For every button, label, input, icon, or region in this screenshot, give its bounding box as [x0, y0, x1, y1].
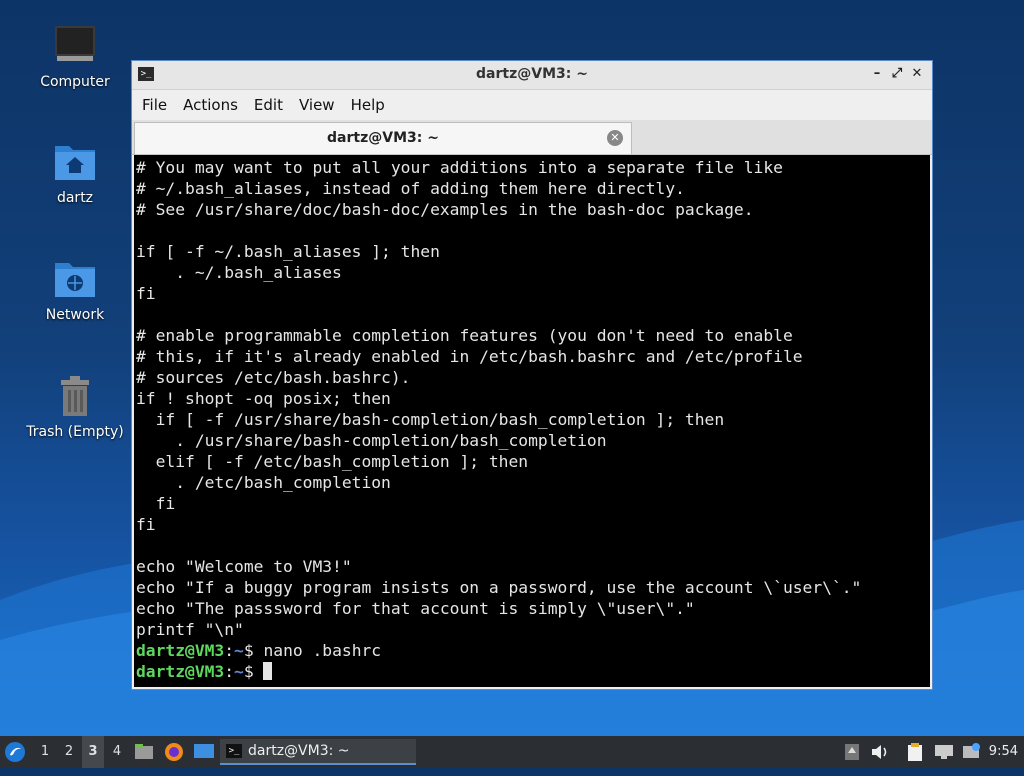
desktop-icon-label: Trash (Empty) [26, 424, 124, 440]
terminal-line: # sources /etc/bash.bashrc). [136, 368, 411, 387]
terminal-line: echo "If a buggy program insists on a pa… [136, 578, 862, 597]
network-folder-icon [51, 255, 99, 303]
desktop-icon-trash[interactable]: Trash (Empty) [20, 372, 130, 440]
desktop-launcher-icon[interactable] [193, 736, 215, 768]
update-tray-icon[interactable] [844, 736, 860, 768]
file-manager-launcher-icon[interactable] [134, 736, 154, 768]
menu-file[interactable]: File [134, 96, 175, 114]
terminal-line: # ~/.bash_aliases, instead of adding the… [136, 179, 685, 198]
menu-help[interactable]: Help [343, 96, 393, 114]
desktop-icon-home[interactable]: dartz [20, 138, 130, 206]
terminal-window: >_ dartz@VM3: ~ – ⤢ ✕ File Actions Edit … [131, 60, 933, 690]
terminal-current-prompt: dartz@VM3:~$ [136, 661, 930, 682]
clipboard-icon[interactable] [906, 736, 924, 768]
tab-bar: dartz@VM3: ~ ✕ [132, 120, 932, 155]
terminal-line: # See /usr/share/doc/bash-doc/examples i… [136, 200, 754, 219]
prompt-user: dartz@VM3 [136, 641, 225, 660]
terminal-task-icon: >_ [226, 744, 242, 758]
terminal-line: # You may want to put all your additions… [136, 158, 783, 177]
terminal-line: # this, if it's already enabled in /etc/… [136, 347, 803, 366]
start-menu-icon[interactable] [4, 736, 28, 768]
desktop-icon-label: Computer [40, 74, 110, 90]
terminal-line: echo "Welcome to VM3!" [136, 557, 352, 576]
trash-icon [51, 372, 99, 420]
terminal-line: fi [136, 515, 156, 534]
terminal-tab[interactable]: dartz@VM3: ~ ✕ [134, 122, 632, 154]
window-title: dartz@VM3: ~ [476, 66, 588, 82]
workspace-2[interactable]: 2 [58, 736, 80, 768]
prompt-separator: : [224, 662, 235, 681]
terminal-line: fi [136, 494, 176, 513]
terminal-text: # You may want to put all your additions… [134, 155, 930, 682]
close-button[interactable]: ✕ [908, 65, 926, 83]
home-folder-icon [51, 138, 99, 186]
terminal-line: fi [136, 284, 156, 303]
volume-icon[interactable] [870, 736, 890, 768]
terminal-prompt-line: dartz@VM3:~$ nano .bashrc [136, 640, 930, 661]
prompt-path: ~ [234, 662, 244, 681]
notification-tray-icon[interactable] [962, 736, 982, 768]
terminal-command: nano .bashrc [263, 641, 382, 660]
menu-actions[interactable]: Actions [175, 96, 246, 114]
prompt-user: dartz@VM3 [136, 662, 225, 681]
tab-label: dartz@VM3: ~ [327, 130, 439, 146]
terminal-line: if [ -f /usr/share/bash-completion/bash_… [136, 410, 725, 429]
taskbar: 1 2 3 4 >_ dartz@VM3: ~ 9:54 [0, 736, 1024, 768]
prompt-path: ~ [234, 641, 244, 660]
computer-icon [51, 22, 99, 70]
terminal-line: if [ -f ~/.bash_aliases ]; then [136, 242, 440, 261]
maximize-button[interactable]: ⤢ [888, 65, 906, 83]
terminal-line: . /etc/bash_completion [136, 473, 391, 492]
workspace-4[interactable]: 4 [106, 736, 128, 768]
tab-close-icon[interactable]: ✕ [607, 130, 623, 146]
terminal-line: printf "\n" [136, 620, 244, 639]
firefox-launcher-icon[interactable] [164, 736, 184, 768]
terminal-output[interactable]: # You may want to put all your additions… [134, 155, 930, 687]
terminal-cursor [263, 662, 273, 680]
terminal-line: . /usr/share/bash-completion/bash_comple… [136, 431, 607, 450]
desktop-icon-computer[interactable]: Computer [20, 22, 130, 90]
task-label: dartz@VM3: ~ [248, 743, 350, 759]
menu-edit[interactable]: Edit [246, 96, 291, 114]
taskbar-task-terminal[interactable]: >_ dartz@VM3: ~ [220, 739, 416, 765]
menu-bar: File Actions Edit View Help [132, 90, 932, 120]
terminal-line: if ! shopt -oq posix; then [136, 389, 391, 408]
prompt-symbol: $ [243, 662, 264, 681]
network-tray-icon[interactable] [934, 736, 954, 768]
terminal-line: echo "The passsword for that account is … [136, 599, 695, 618]
workspace-1[interactable]: 1 [34, 736, 56, 768]
terminal-line: . ~/.bash_aliases [136, 263, 342, 282]
workspace-3[interactable]: 3 [82, 736, 104, 768]
clock: 9:54 [988, 744, 1018, 759]
prompt-separator: : [224, 641, 235, 660]
prompt-symbol: $ [243, 641, 264, 660]
desktop-icon-label: dartz [56, 190, 94, 206]
minimize-button[interactable]: – [868, 65, 886, 83]
terminal-line: # enable programmable completion feature… [136, 326, 793, 345]
window-titlebar[interactable]: >_ dartz@VM3: ~ – ⤢ ✕ [132, 61, 932, 90]
desktop-icon-network[interactable]: Network [20, 255, 130, 323]
desktop-icon-label: Network [45, 307, 105, 323]
terminal-line: elif [ -f /etc/bash_completion ]; then [136, 452, 529, 471]
menu-view[interactable]: View [291, 96, 343, 114]
